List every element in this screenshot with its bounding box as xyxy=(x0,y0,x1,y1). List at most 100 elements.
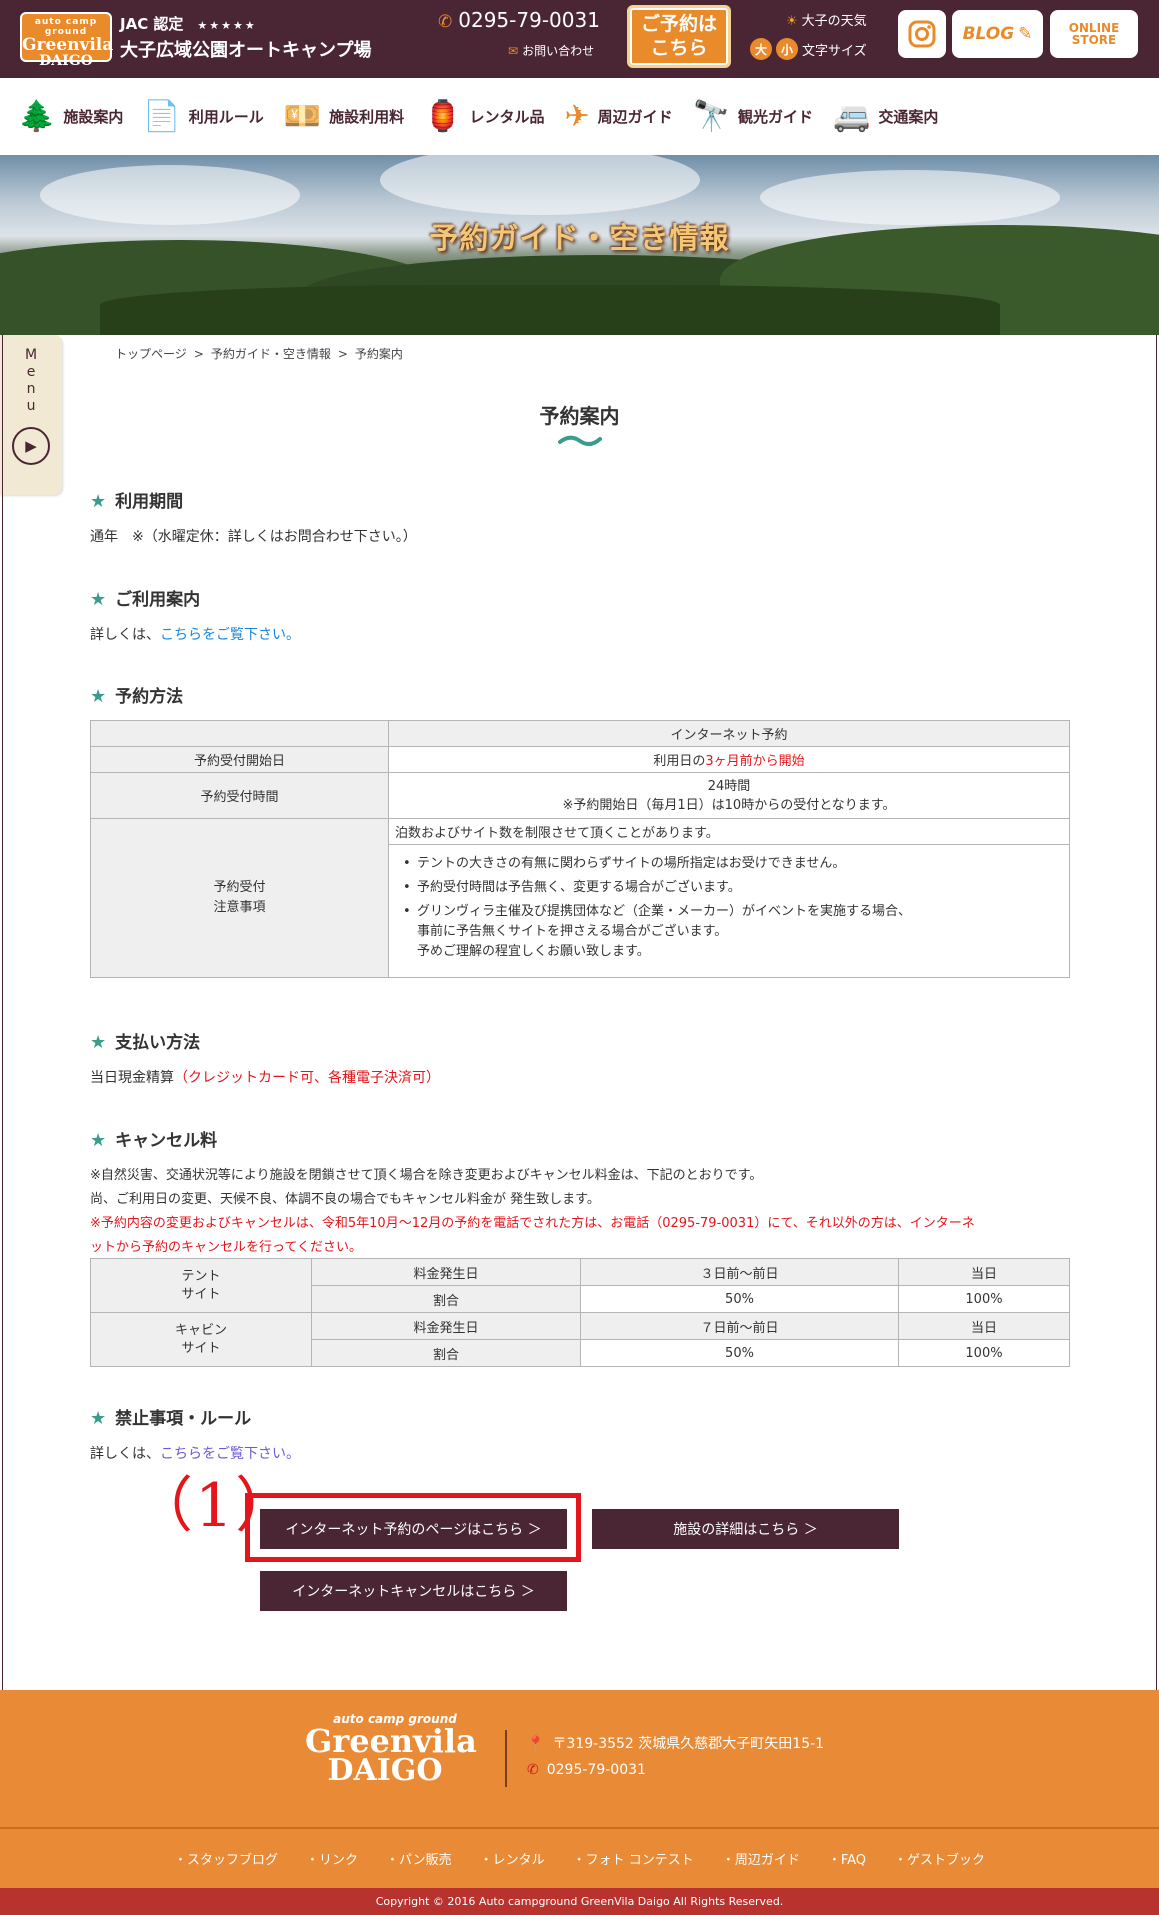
nav-access[interactable]: 🚐 交通案内 xyxy=(833,78,938,155)
nav-sightseeing[interactable]: 🔭 観光ガイド xyxy=(693,78,813,155)
section-heading-rules: ★ 禁止事項・ルール xyxy=(90,1404,251,1429)
phone-number: 0295-79-0031 xyxy=(458,8,600,32)
footer-address: 📍 〒319-3552 茨城県久慈郡大子町矢田15-1 xyxy=(527,1733,824,1753)
footer-logo[interactable]: auto camp ground Greenvila DAIGO xyxy=(305,1712,477,1802)
table-row: 予約受付 注意事項 泊数およびサイト数を制限させて頂くことがあります。 xyxy=(90,818,1070,978)
table-cell: 100% xyxy=(898,1339,1070,1367)
rules-prefix: 詳しくは、 xyxy=(90,1446,160,1462)
payment-note: （クレジットカード可、各種電子決済可） xyxy=(174,1070,440,1086)
cancel-red-line: ットから予約のキャンセルを行ってください。 xyxy=(90,1240,362,1255)
nav-fees[interactable]: 💴 施設利用料 xyxy=(284,78,404,155)
payment-text: 当日現金精算（クレジットカード可、各種電子決済可） xyxy=(90,1067,440,1087)
row-label: 予約受付時間 xyxy=(90,772,389,819)
cert-stars: ★★★★★ xyxy=(197,19,257,32)
footer-link-links[interactable]: ・リンク xyxy=(306,1849,358,1868)
internet-reserve-button[interactable]: インターネット予約のページはこちら ＞ xyxy=(260,1509,567,1549)
jac-cert: JAC 認定 ★★★★★ xyxy=(120,13,257,34)
nav-label: 観光ガイド xyxy=(738,108,814,126)
footer-link-photo-contest[interactable]: ・フォト コンテスト xyxy=(573,1849,694,1868)
footer-tel[interactable]: ✆ 0295-79-0031 xyxy=(527,1762,646,1778)
list-item: 予約受付時間は予告無く、変更する場合がございます。 xyxy=(399,878,1059,898)
nav-label: 交通案内 xyxy=(878,108,939,126)
list-item: グリンヴィラ主催及び提携団体など（企業・メーカー）がイベントを実施する場合、事前… xyxy=(399,902,1059,962)
star-icon: ★ xyxy=(90,589,107,610)
label-line: テント xyxy=(181,1268,221,1284)
instagram-link[interactable] xyxy=(898,10,946,58)
hero-title: 予約ガイド・空き情報 xyxy=(429,221,730,255)
star-icon: ★ xyxy=(90,1032,107,1053)
usage-link[interactable]: こちらをご覧下さい。 xyxy=(160,627,300,643)
page-title: 予約案内 xyxy=(539,404,620,428)
table-cell: 割合 xyxy=(311,1285,581,1313)
section-heading-cancel: ★ キャンセル料 xyxy=(90,1126,217,1151)
address-text: 〒319-3552 茨城県久慈郡大子町矢田15-1 xyxy=(552,1736,825,1752)
footer-link-faq[interactable]: ・FAQ xyxy=(828,1849,866,1868)
footer-divider xyxy=(505,1730,507,1787)
table-row: 予約受付時間 24時間 ※予約開始日（毎月1日）は10時からの受付となります。 xyxy=(90,772,1070,819)
footer-link-bread[interactable]: ・パン販売 xyxy=(386,1849,452,1868)
paper-plane-icon: ✈ xyxy=(564,98,590,134)
blog-link[interactable]: BLOG ✎ xyxy=(952,10,1043,58)
site-logo[interactable]: auto camp ground Greenvila DAIGO xyxy=(20,12,113,68)
internet-cancel-button[interactable]: インターネットキャンセルはこちら ＞ xyxy=(260,1571,567,1611)
section-heading-period: ★ 利用期間 xyxy=(90,487,183,512)
table-cell: ３日前～前日 xyxy=(580,1258,899,1286)
list-item: テントの大きさの有無に関わらずサイトの場所指定はお受けできません。 xyxy=(399,854,1059,874)
row-label: キャビン サイト xyxy=(90,1312,312,1367)
table-row: テント サイト 料金発生日 ３日前～前日 当日 xyxy=(90,1258,1070,1313)
reservation-method-table: インターネット予約 予約受付開始日 利用日の3ヶ月前から開始 予約受付時間 24… xyxy=(90,720,1070,978)
blog-label: BLOG xyxy=(962,24,1015,44)
online-store-link[interactable]: ONLINE STORE xyxy=(1050,10,1138,58)
play-circle-icon[interactable]: ▶ xyxy=(12,427,50,465)
list-line: 予めご理解の程宜しくお願い致します。 xyxy=(417,944,650,959)
footer-link-staff-blog[interactable]: ・スタッフブログ xyxy=(174,1849,278,1868)
forest xyxy=(100,285,1000,335)
footer-logo-name: Greenvila xyxy=(305,1722,477,1760)
facility-detail-button[interactable]: 施設の詳細はこちら ＞ xyxy=(592,1509,899,1549)
font-size-large-button[interactable]: 大 xyxy=(750,38,772,60)
nav-rules[interactable]: 📄 利用ルール xyxy=(143,78,263,155)
footer-link-rental[interactable]: ・レンタル xyxy=(480,1849,545,1868)
breadcrumb-item[interactable]: 予約ガイド・空き情報 xyxy=(211,347,331,361)
table-cell: 当日 xyxy=(898,1312,1070,1340)
tree-icon: 🌲 xyxy=(18,98,56,134)
table-cell: 料金発生日 xyxy=(311,1312,581,1340)
money-icon: 💴 xyxy=(283,98,322,134)
rules-text: 詳しくは、こちらをご覧下さい。 xyxy=(90,1443,300,1463)
font-size-small-button[interactable]: 小 xyxy=(776,38,798,60)
header-phone[interactable]: ✆ 0295-79-0031 xyxy=(438,8,600,32)
cancel-text: ※自然災害、交通状況等により施設を閉鎖させて頂く場合を除き変更およびキャンセル料… xyxy=(90,1164,1080,1260)
instagram-icon xyxy=(908,20,936,48)
table-cell: 50% xyxy=(580,1339,899,1367)
breadcrumb: トップページ > 予約ガイド・空き情報 > 予約案内 xyxy=(115,345,403,362)
nav-rental[interactable]: 🏮 レンタル品 xyxy=(424,78,544,155)
camper-icon: 🚐 xyxy=(833,98,871,134)
label-line: サイト xyxy=(181,1286,221,1302)
list-line: グリンヴィラ主催及び提携団体など（企業・メーカー）がイベントを実施する場合、 xyxy=(417,904,912,919)
heading-text: 予約方法 xyxy=(115,687,184,707)
contact-link[interactable]: ✉ お問い合わせ xyxy=(508,42,594,59)
breadcrumb-current: 予約案内 xyxy=(354,347,403,361)
weather-link[interactable]: ☀ 大子の天気 xyxy=(786,10,867,29)
payment-main: 当日現金精算 xyxy=(90,1070,174,1086)
rules-link[interactable]: こちらをご覧下さい。 xyxy=(160,1446,300,1462)
footer-link-guestbook[interactable]: ・ゲストブック xyxy=(894,1849,985,1868)
section-heading-usage: ★ ご利用案内 xyxy=(90,585,200,610)
heading-text: ご利用案内 xyxy=(115,590,201,610)
reserve-line1: ご予約は xyxy=(640,13,717,35)
table-row: キャビン サイト 料金発生日 ７日前～前日 当日 xyxy=(90,1312,1070,1367)
row-label: 予約受付開始日 xyxy=(90,746,389,773)
nav-area-guide[interactable]: ✈ 周辺ガイド xyxy=(565,78,673,155)
pencil-icon: ✎ xyxy=(1018,24,1033,44)
wave-decoration-icon xyxy=(558,435,602,446)
breadcrumb-item[interactable]: トップページ xyxy=(115,347,187,361)
table-cell: 当日 xyxy=(898,1258,1070,1286)
table-cell: テントの大きさの有無に関わらずサイトの場所指定はお受けできません。 予約受付時間… xyxy=(388,844,1070,978)
cancel-red-line: ※予約内容の変更およびキャンセルは、令和5年10月～12月の予約を電話でされた方… xyxy=(90,1216,975,1231)
reserve-button[interactable]: ご予約は こちら xyxy=(627,5,731,68)
star-icon: ★ xyxy=(90,1408,107,1429)
nav-facility[interactable]: 🌲 施設案内 xyxy=(18,78,123,155)
list-line: 事前に予告無くサイトを押さえる場合がございます。 xyxy=(417,924,728,939)
usage-prefix: 詳しくは、 xyxy=(90,627,160,643)
footer-link-area-guide[interactable]: ・周辺ガイド xyxy=(722,1849,800,1868)
